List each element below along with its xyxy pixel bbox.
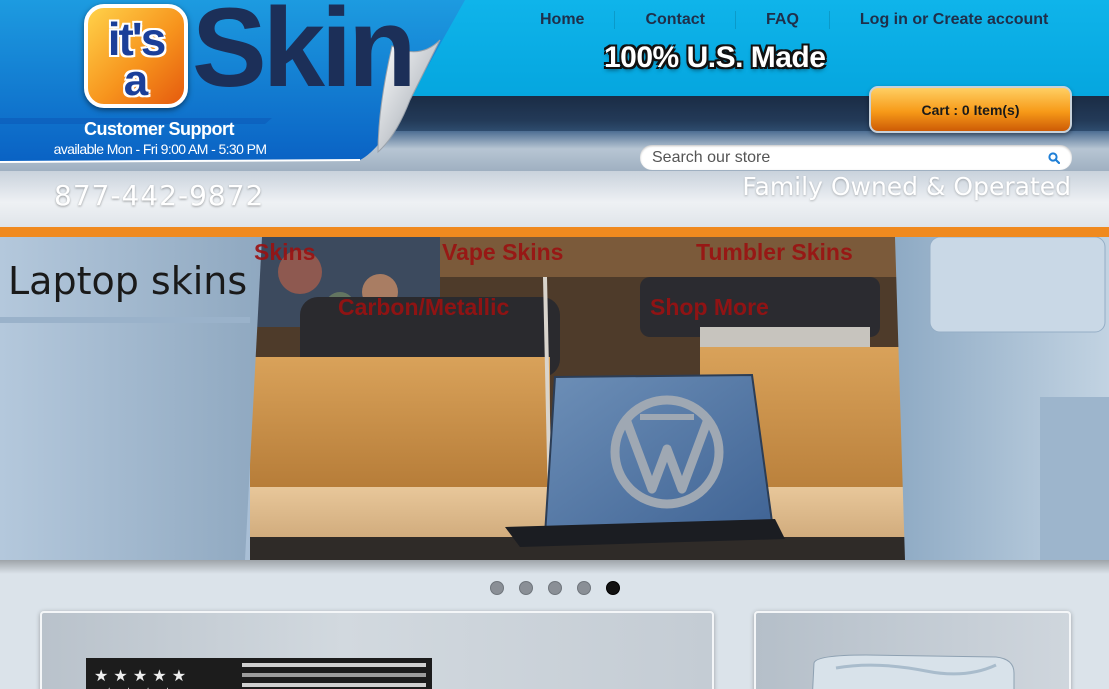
hero-slider[interactable]: Laptop skins Skins Vape Skins Tumbler Sk… bbox=[0, 237, 1109, 560]
slider-dot-2[interactable] bbox=[519, 581, 533, 595]
top-nav: Home Contact FAQ Log in or Create accoun… bbox=[520, 9, 1090, 31]
nav-faq[interactable]: FAQ bbox=[736, 11, 830, 29]
search-bar bbox=[640, 145, 1072, 170]
page: it's a Skin Customer Support available M… bbox=[0, 0, 1109, 689]
search-input[interactable] bbox=[652, 147, 1032, 168]
support-hours: available Mon - Fri 9:00 AM - 5:30 PM bbox=[53, 141, 267, 157]
tumbler-skin-image bbox=[812, 654, 1015, 689]
cart-button[interactable]: Cart : 0 Item(s) bbox=[869, 86, 1072, 133]
customer-support-title: Customer Support bbox=[83, 119, 235, 139]
family-owned-text: Family Owned & Operated bbox=[742, 172, 1071, 201]
nav-login-create-account[interactable]: Log in or Create account bbox=[830, 11, 1048, 29]
slider-dot-5[interactable] bbox=[606, 581, 620, 595]
category-link-vape-skins[interactable]: Vape Skins bbox=[442, 239, 563, 266]
product-card-flag[interactable]: ★ ★ ★ ★ ★ ★ ★ ★ ★ bbox=[40, 611, 714, 689]
category-link-skins[interactable]: Skins bbox=[254, 239, 315, 266]
flag-skin-image: ★ ★ ★ ★ ★ ★ ★ ★ ★ bbox=[86, 658, 432, 689]
svg-text:★ ★ ★ ★: ★ ★ ★ ★ bbox=[102, 684, 175, 689]
support-phone[interactable]: 877-442-9872 bbox=[54, 179, 264, 212]
logo-badge: it's a bbox=[84, 4, 188, 108]
slider-dot-4[interactable] bbox=[577, 581, 591, 595]
us-made-tagline: 100% U.S. Made bbox=[604, 41, 826, 74]
cart-label: Cart : 0 Item(s) bbox=[921, 101, 1020, 118]
slider-dot-1[interactable] bbox=[490, 581, 504, 595]
nav-contact[interactable]: Contact bbox=[615, 11, 737, 29]
logo-panel[interactable]: it's a Skin Customer Support available M… bbox=[0, 0, 470, 166]
category-link-tumbler-skins[interactable]: Tumbler Skins bbox=[696, 239, 853, 266]
nav-home[interactable]: Home bbox=[520, 11, 616, 29]
category-link-carbon-metallic[interactable]: Carbon/Metallic bbox=[338, 294, 509, 321]
slider-dot-3[interactable] bbox=[548, 581, 562, 595]
logo-badge-line2: a bbox=[123, 56, 149, 105]
svg-text:★ ★ ★ ★ ★: ★ ★ ★ ★ ★ bbox=[94, 666, 186, 685]
accent-divider bbox=[0, 227, 1109, 237]
product-card-tumbler[interactable] bbox=[754, 611, 1071, 689]
search-button[interactable] bbox=[1044, 148, 1064, 168]
logo-wordmark: Skin bbox=[192, 0, 417, 110]
slider-pagination bbox=[490, 581, 620, 595]
search-icon bbox=[1048, 152, 1060, 164]
category-link-shop-more[interactable]: Shop More bbox=[650, 294, 769, 321]
site-header: it's a Skin Customer Support available M… bbox=[0, 0, 1109, 228]
slide-title: Laptop skins bbox=[8, 259, 248, 303]
